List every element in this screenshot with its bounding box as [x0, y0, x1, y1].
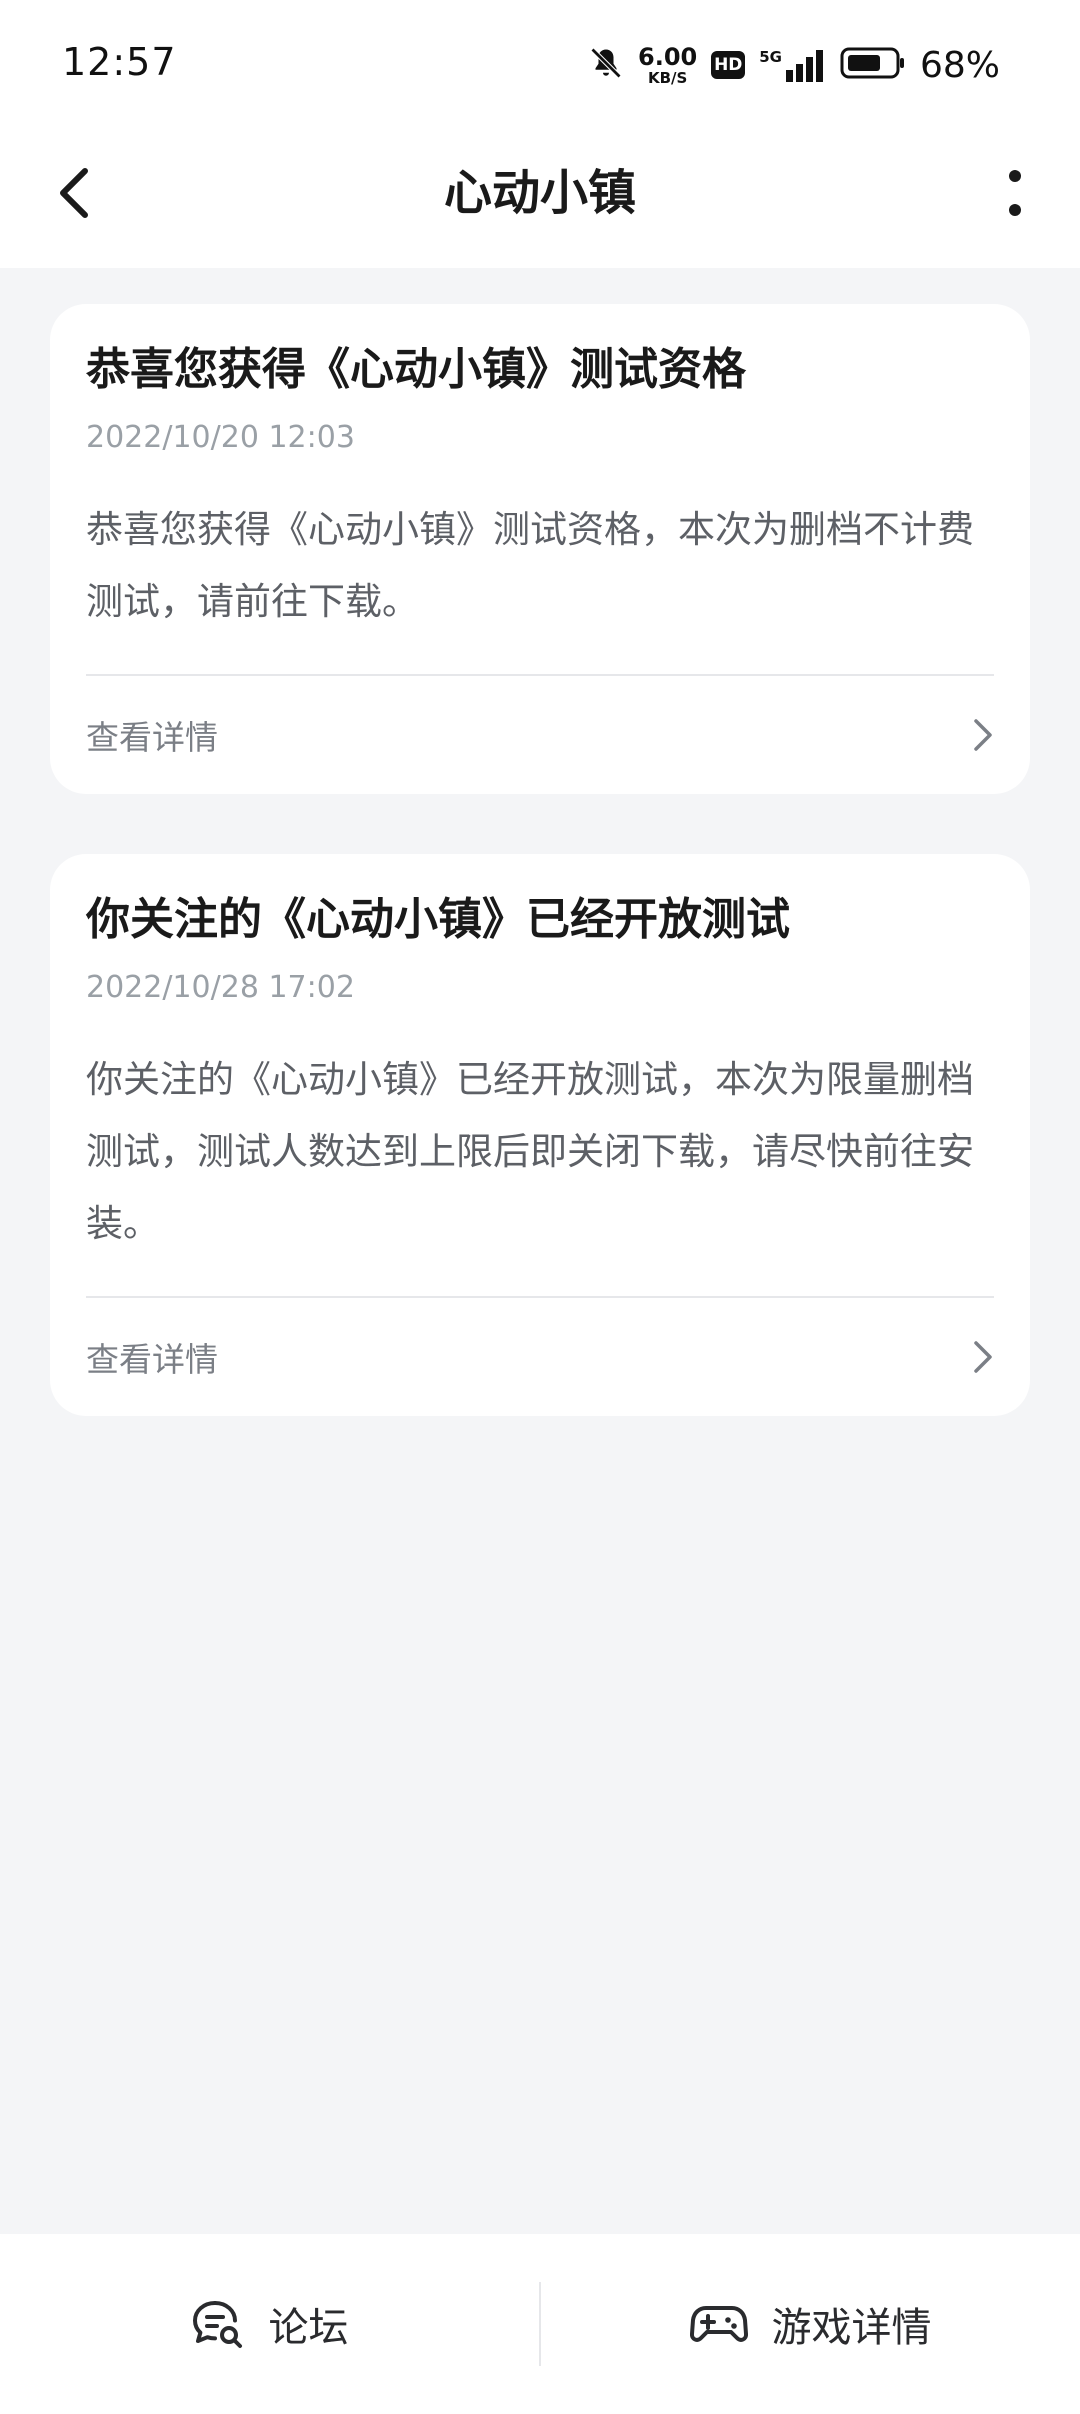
view-details-link[interactable]: 查看详情 — [86, 676, 994, 794]
notification-card: 恭喜您获得《心动小镇》测试资格 2022/10/20 12:03 恭喜您获得《心… — [50, 304, 1030, 794]
network-speed-unit: KB/S — [647, 68, 688, 87]
game-details-button[interactable]: 游戏详情 — [541, 2234, 1080, 2414]
more-icon — [1009, 170, 1021, 216]
card-title: 你关注的《心动小镇》已经开放测试 — [86, 894, 790, 945]
notification-list: 恭喜您获得《心动小镇》测试资格 2022/10/20 12:03 恭喜您获得《心… — [50, 304, 1030, 1476]
view-details-label: 查看详情 — [86, 1340, 218, 1379]
chevron-right-icon — [974, 1341, 992, 1373]
notification-card: 你关注的《心动小镇》已经开放测试 2022/10/28 17:02 你关注的《心… — [50, 854, 1030, 1416]
forum-label: 论坛 — [268, 2305, 349, 2351]
hd-badge: HD — [711, 51, 746, 79]
card-body: 恭喜您获得《心动小镇》测试资格，本次为删档不计费测试，请前往下载。 — [86, 508, 974, 623]
status-bar: 12:57 6.00 KB/S HD 5G 68% — [0, 0, 1080, 130]
network-speed: 6.00 KB/S — [638, 45, 697, 86]
battery-percent: 68% — [919, 44, 1000, 86]
card-title: 恭喜您获得《心动小镇》测试资格 — [86, 344, 746, 395]
card-timestamp: 2022/10/20 12:03 — [86, 420, 355, 455]
page-title: 心动小镇 — [443, 165, 636, 221]
game-details-label: 游戏详情 — [771, 2305, 932, 2351]
gamepad-icon — [689, 2306, 748, 2342]
view-details-label: 查看详情 — [86, 718, 218, 757]
chevron-right-icon — [974, 719, 992, 751]
card-timestamp: 2022/10/28 17:02 — [86, 970, 355, 1005]
signal-icon: 5G — [759, 48, 826, 82]
battery-icon — [840, 46, 906, 84]
bottom-action-bar: 论坛 游戏详情 — [0, 2234, 1080, 2414]
more-button[interactable] — [980, 158, 1050, 228]
status-time: 12:57 — [62, 40, 177, 84]
network-type-label: 5G — [759, 48, 782, 66]
network-speed-value: 6.00 — [638, 42, 698, 71]
top-nav-bar: 心动小镇 — [0, 130, 1080, 268]
mute-bell-icon — [588, 45, 624, 85]
status-icons: 6.00 KB/S HD 5G 68% — [588, 40, 1000, 90]
forum-button[interactable]: 论坛 — [0, 2234, 539, 2414]
card-body: 你关注的《心动小镇》已经开放测试，本次为限量删档测试，测试人数达到上限后即关闭下… — [86, 1058, 974, 1245]
view-details-link[interactable]: 查看详情 — [86, 1298, 994, 1416]
forum-icon — [192, 2301, 242, 2348]
